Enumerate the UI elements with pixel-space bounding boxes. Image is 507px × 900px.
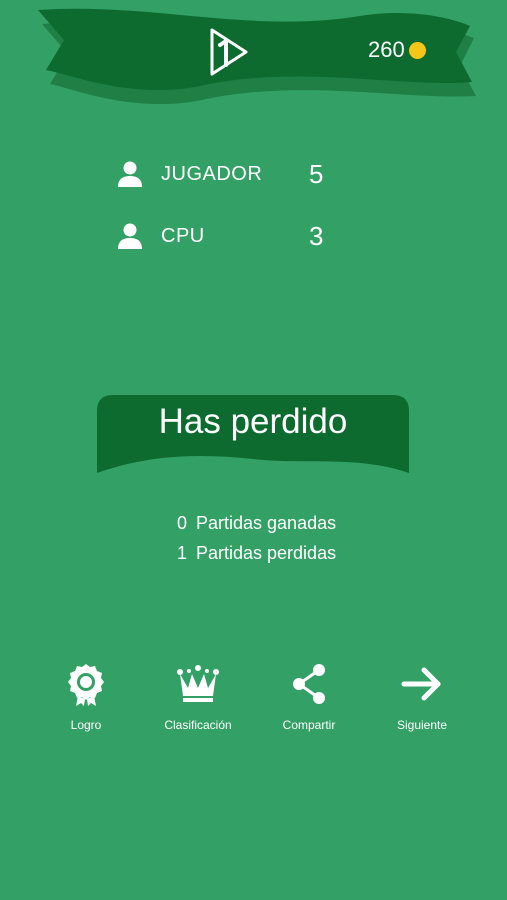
crown-icon — [177, 665, 219, 702]
share-button[interactable]: Compartir — [259, 662, 359, 732]
next-button[interactable]: Siguiente — [372, 662, 472, 732]
action-bar: Logro Clasificación Compartir Siguiente — [0, 662, 507, 742]
gold-coin-icon — [408, 41, 426, 59]
share-icon — [293, 664, 325, 704]
match-stats: 0 Partidas ganadas 1 Partidas perdidas — [168, 508, 336, 568]
leaderboard-button[interactable]: Clasificación — [148, 662, 248, 732]
stat-label: Partidas perdidas — [196, 543, 337, 563]
level-one-play-icon[interactable] — [206, 27, 250, 77]
arrow-right-icon — [401, 667, 441, 701]
user-icon — [118, 161, 142, 187]
stat-count: 0 — [176, 513, 187, 533]
top-ribbon-banner — [38, 8, 476, 105]
stat-count: 1 — [176, 543, 187, 563]
player-row-jugador: JUGADOR 5 — [116, 157, 323, 191]
stat-label: Partidas ganadas — [196, 513, 337, 533]
coin-counter: 260 — [368, 36, 426, 64]
player-row-cpu: CPU 3 — [116, 219, 323, 253]
player-name: JUGADOR — [161, 162, 263, 185]
stat-row-lost: 1 Partidas perdidas — [168, 538, 336, 568]
player-name: CPU — [161, 224, 205, 247]
share-label: Compartir — [282, 718, 336, 732]
achievements-button[interactable]: Logro — [36, 662, 136, 732]
next-label: Siguiente — [396, 718, 448, 732]
player-score: 5 — [309, 158, 324, 189]
coin-count: 260 — [368, 37, 405, 62]
player-score: 3 — [309, 220, 324, 251]
award-ribbon-icon — [68, 664, 104, 706]
leaderboard-label: Clasificación — [164, 718, 232, 732]
stat-row-won: 0 Partidas ganadas — [168, 508, 336, 538]
achievements-label: Logro — [70, 718, 102, 732]
result-title: Has perdido — [158, 402, 348, 441]
user-icon — [118, 223, 142, 249]
